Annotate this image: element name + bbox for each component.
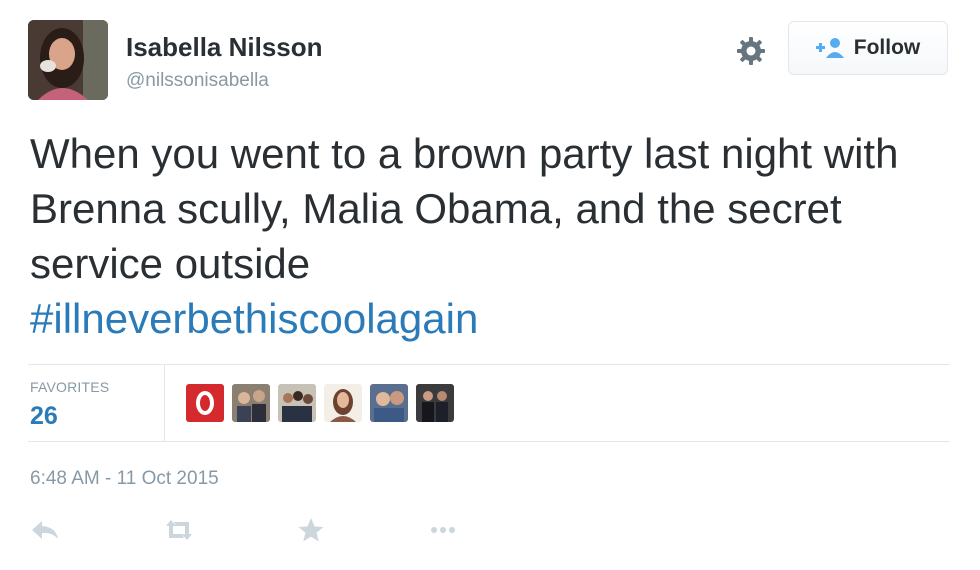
- retweet-icon[interactable]: [162, 515, 196, 545]
- timestamp[interactable]: 6:48 AM - 11 Oct 2015: [30, 468, 219, 490]
- follow-button-label: Follow: [853, 36, 921, 59]
- favorite-icon[interactable]: [294, 515, 328, 545]
- favorites-label: FAVORITES: [30, 379, 110, 395]
- follow-button[interactable]: Follow: [788, 21, 948, 75]
- favoriter-avatar[interactable]: [324, 384, 362, 422]
- favoriter-avatar[interactable]: [370, 384, 408, 422]
- avatar[interactable]: [28, 20, 108, 100]
- hashtag-link[interactable]: #illneverbethiscoolagain: [30, 291, 950, 346]
- divider: [28, 364, 950, 365]
- add-person-icon: [815, 37, 846, 59]
- reply-icon[interactable]: [28, 515, 62, 545]
- more-icon[interactable]: [426, 515, 460, 545]
- favoriter-avatar[interactable]: [232, 384, 270, 422]
- divider: [28, 441, 950, 442]
- favoriter-avatar[interactable]: [278, 384, 316, 422]
- favorites-count[interactable]: 26: [30, 402, 58, 431]
- tweet-text: When you went to a brown party last nigh…: [30, 126, 950, 346]
- divider: [164, 365, 165, 441]
- favorited-by-avatars: [186, 384, 454, 422]
- favoriter-avatar[interactable]: [186, 384, 224, 422]
- favoriter-avatar[interactable]: [416, 384, 454, 422]
- tweet-body: When you went to a brown party last nigh…: [30, 130, 899, 287]
- user-name[interactable]: Isabella Nilsson: [126, 32, 323, 63]
- user-handle[interactable]: @nilssonisabella: [126, 70, 269, 92]
- gear-icon[interactable]: [734, 34, 768, 68]
